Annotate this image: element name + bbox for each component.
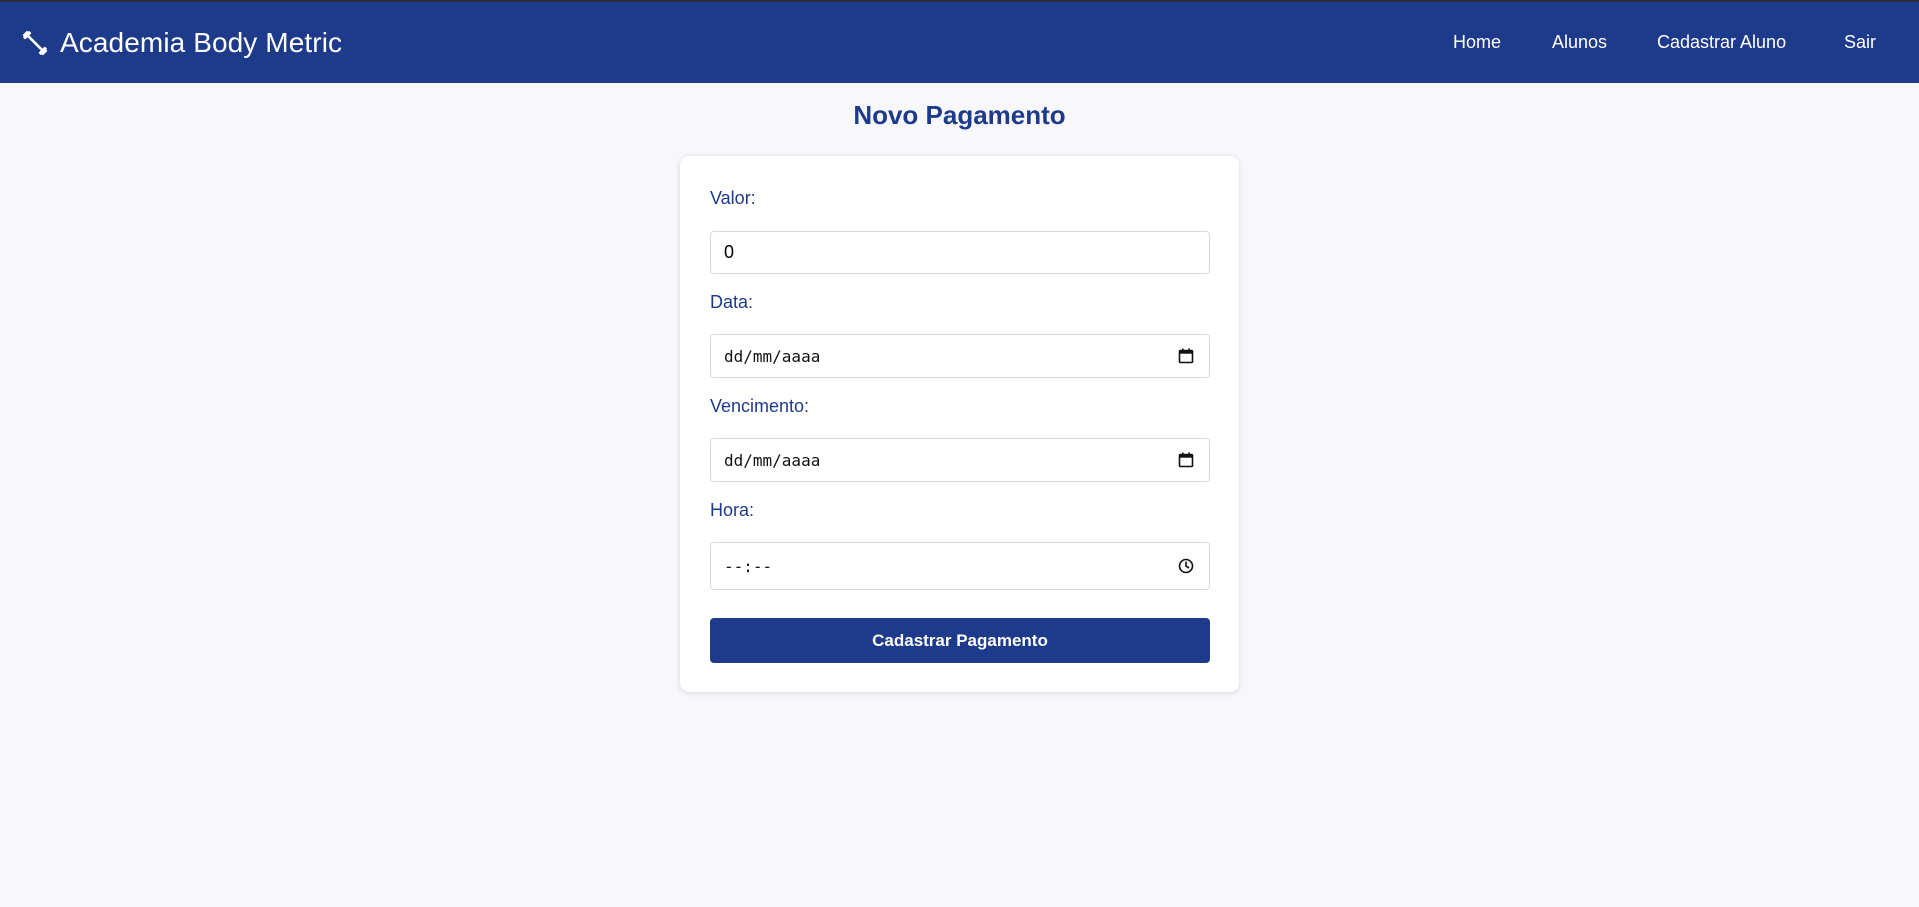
vencimento-field[interactable]: dd/mm/aaaa xyxy=(710,438,1210,482)
valor-field[interactable] xyxy=(710,231,1210,274)
page-title: Novo Pagamento xyxy=(853,100,1066,130)
nav-link-alunos[interactable]: Alunos xyxy=(1552,2,1607,83)
valor-label: Valor: xyxy=(710,188,756,208)
payment-form-card: Valor: Data: dd/mm/aaaa Vencimento: dd/m… xyxy=(680,156,1239,692)
nav-link-cadastrar-aluno[interactable]: Cadastrar Aluno xyxy=(1657,2,1786,83)
data-field[interactable]: dd/mm/aaaa xyxy=(710,334,1210,378)
calendar-icon[interactable] xyxy=(1177,347,1195,365)
hora-field[interactable]: --:-- xyxy=(710,542,1210,590)
vencimento-label: Vencimento: xyxy=(710,396,810,416)
brand-title: Academia Body Metric xyxy=(60,26,343,58)
data-placeholder: dd/mm/aaaa xyxy=(724,346,821,366)
data-label: Data: xyxy=(710,292,754,312)
calendar-icon[interactable] xyxy=(1177,451,1195,469)
navbar: Academia Body Metric Home Alunos Cadastr… xyxy=(0,2,1919,83)
cadastrar-pagamento-button[interactable]: Cadastrar Pagamento xyxy=(710,618,1210,663)
valor-input[interactable] xyxy=(724,242,1195,263)
hora-placeholder: --:-- xyxy=(724,556,773,576)
dumbbell-icon xyxy=(22,30,48,55)
clock-icon[interactable] xyxy=(1177,557,1195,575)
hora-label: Hora: xyxy=(710,500,755,520)
nav-link-sair[interactable]: Sair xyxy=(1844,2,1876,83)
brand[interactable]: Academia Body Metric xyxy=(21,2,342,83)
vencimento-placeholder: dd/mm/aaaa xyxy=(724,450,821,470)
nav-link-home[interactable]: Home xyxy=(1453,2,1501,83)
